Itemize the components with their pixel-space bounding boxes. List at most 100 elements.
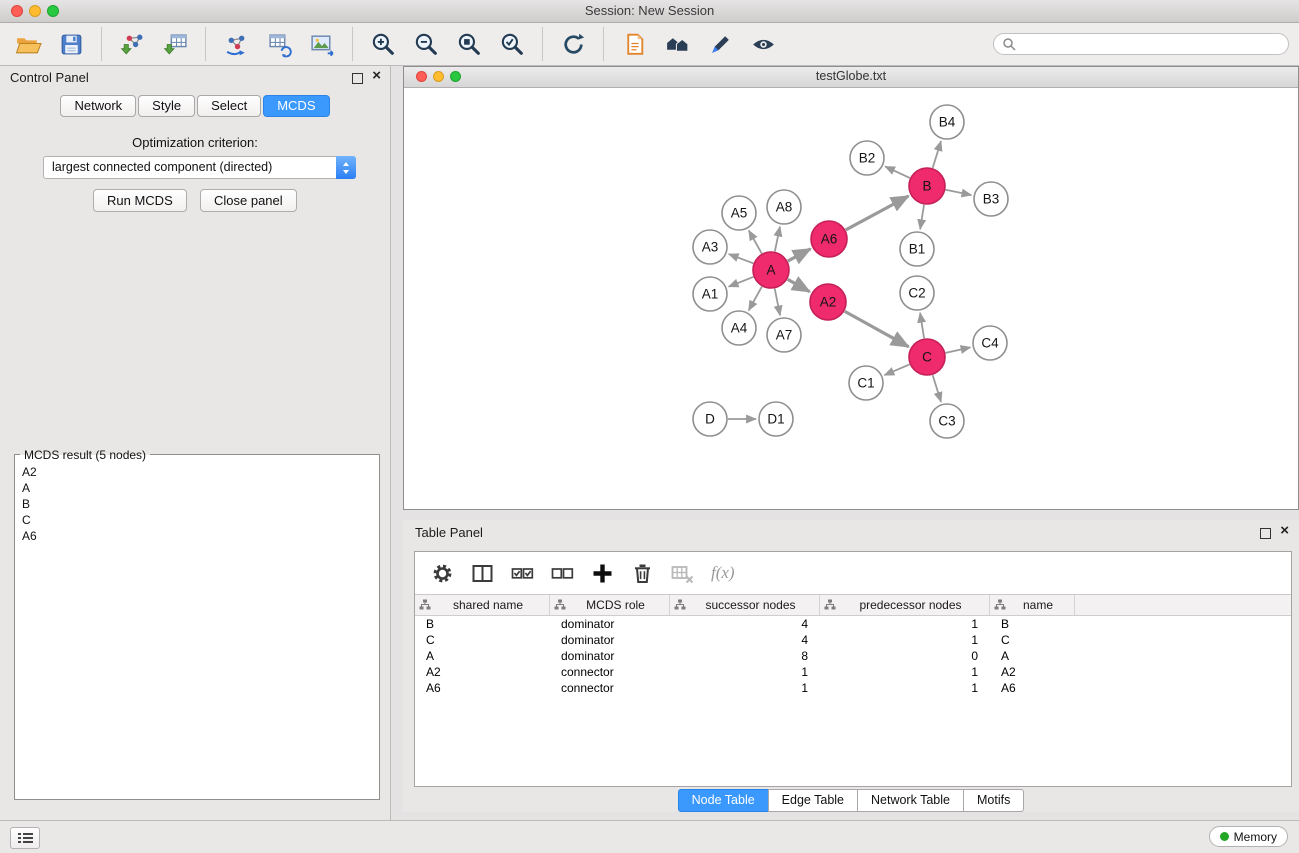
- network-node-label: C2: [908, 286, 925, 301]
- network-edge[interactable]: [788, 279, 810, 291]
- import-table-file-button[interactable]: [157, 26, 193, 62]
- dropdown-stepper-icon: [336, 156, 356, 179]
- network-edge[interactable]: [885, 166, 910, 178]
- delete-column-icon[interactable]: [631, 562, 654, 585]
- open-folder-icon: [15, 31, 42, 58]
- close-table-panel-button[interactable]: ×: [1280, 522, 1289, 540]
- table-row[interactable]: A6connector11A6: [415, 680, 1291, 696]
- add-column-icon[interactable]: [591, 562, 614, 585]
- apply-layout-button[interactable]: [555, 26, 591, 62]
- zoom-fit-button[interactable]: [451, 26, 487, 62]
- network-edge[interactable]: [788, 249, 811, 261]
- tab-network[interactable]: Network: [60, 95, 136, 117]
- search-input[interactable]: [1021, 36, 1280, 52]
- show-columns-icon[interactable]: [471, 562, 494, 585]
- task-history-button[interactable]: [10, 827, 40, 849]
- open-session-button[interactable]: [10, 26, 46, 62]
- import-network-database-button[interactable]: [218, 26, 254, 62]
- zoom-selected-button[interactable]: [494, 26, 530, 62]
- column-header[interactable]: name: [990, 595, 1075, 615]
- export-image-button[interactable]: [304, 26, 340, 62]
- close-panel-button[interactable]: ×: [372, 67, 381, 85]
- toolbar-separator: [101, 27, 102, 61]
- import-network-file-button[interactable]: [114, 26, 150, 62]
- column-header[interactable]: MCDS role: [550, 595, 670, 615]
- mcds-result-item: A2: [22, 464, 372, 480]
- network-edge[interactable]: [920, 313, 924, 338]
- import-table-database-button[interactable]: [261, 26, 297, 62]
- tab-node-table[interactable]: Node Table: [678, 789, 769, 812]
- search-box[interactable]: [993, 33, 1289, 55]
- table-database-icon: [266, 31, 293, 58]
- tab-mcds[interactable]: MCDS: [263, 95, 329, 117]
- minimize-window-button[interactable]: [29, 5, 41, 17]
- network-edge[interactable]: [920, 205, 924, 229]
- new-network-button[interactable]: [616, 26, 652, 62]
- column-header[interactable]: successor nodes: [670, 595, 820, 615]
- network-node-label: B1: [909, 242, 926, 257]
- run-mcds-button[interactable]: Run MCDS: [93, 189, 187, 212]
- network-edge[interactable]: [729, 277, 754, 287]
- network-edge[interactable]: [729, 254, 754, 263]
- table-cell: A: [990, 648, 1075, 664]
- close-mcds-panel-button[interactable]: Close panel: [200, 189, 297, 212]
- apply-style-button[interactable]: [702, 26, 738, 62]
- tab-style[interactable]: Style: [138, 95, 195, 117]
- table-cell: A6: [415, 680, 550, 696]
- unselect-all-icon[interactable]: [551, 562, 574, 585]
- network-edge[interactable]: [845, 311, 909, 347]
- network-close-button[interactable]: [416, 71, 427, 82]
- column-header[interactable]: predecessor nodes: [820, 595, 990, 615]
- network-node-label: A3: [702, 240, 719, 255]
- status-bar: Memory: [0, 820, 1299, 853]
- network-edge[interactable]: [884, 364, 909, 375]
- function-builder-button[interactable]: f(x): [711, 563, 735, 583]
- tab-edge-table[interactable]: Edge Table: [768, 789, 858, 812]
- main-toolbar: [0, 23, 1299, 66]
- zoom-out-button[interactable]: [408, 26, 444, 62]
- save-session-button[interactable]: [53, 26, 89, 62]
- network-edge[interactable]: [775, 289, 780, 316]
- network-edge[interactable]: [933, 375, 941, 402]
- table-row[interactable]: Bdominator41B: [415, 616, 1291, 632]
- maximize-window-button[interactable]: [47, 5, 59, 17]
- network-edge[interactable]: [946, 347, 971, 353]
- document-icon: [621, 31, 648, 58]
- network-edge[interactable]: [775, 227, 780, 252]
- network-maximize-button[interactable]: [450, 71, 461, 82]
- float-panel-button[interactable]: [352, 73, 363, 84]
- table-panel-title: Table Panel: [415, 525, 483, 540]
- gear-icon[interactable]: [431, 562, 454, 585]
- tab-motifs[interactable]: Motifs: [963, 789, 1024, 812]
- network-edge[interactable]: [946, 190, 972, 195]
- network-edge[interactable]: [749, 287, 762, 311]
- float-table-panel-button[interactable]: [1260, 528, 1271, 539]
- network-edge[interactable]: [749, 230, 762, 253]
- table-row[interactable]: Adominator80A: [415, 648, 1291, 664]
- tab-network-table[interactable]: Network Table: [857, 789, 964, 812]
- table-cell: A2: [415, 664, 550, 680]
- table-row[interactable]: A2connector11A2: [415, 664, 1291, 680]
- titlebar: Session: New Session: [0, 0, 1299, 23]
- memory-label: Memory: [1234, 830, 1277, 844]
- network-minimize-button[interactable]: [433, 71, 444, 82]
- delete-table-icon[interactable]: [671, 562, 694, 585]
- tab-select[interactable]: Select: [197, 95, 261, 117]
- show-hide-button[interactable]: [745, 26, 781, 62]
- brush-icon: [707, 31, 734, 58]
- criterion-dropdown[interactable]: largest connected component (directed): [43, 156, 356, 179]
- network-edge[interactable]: [933, 141, 941, 168]
- control-panel-tabs: NetworkStyleSelectMCDS: [0, 95, 390, 117]
- table-cell: 4: [670, 616, 820, 632]
- memory-button[interactable]: Memory: [1209, 826, 1288, 847]
- network-node-label: B3: [983, 192, 1000, 207]
- table-row[interactable]: Cdominator41C: [415, 632, 1291, 648]
- zoom-selected-icon: [499, 31, 526, 58]
- home-button[interactable]: [659, 26, 695, 62]
- network-edge[interactable]: [846, 196, 909, 230]
- close-window-button[interactable]: [11, 5, 23, 17]
- zoom-in-button[interactable]: [365, 26, 401, 62]
- select-all-icon[interactable]: [511, 562, 534, 585]
- column-header[interactable]: shared name: [415, 595, 550, 615]
- network-canvas[interactable]: B4B2BB3A8A5A6B1A3AC2A1A2A4A7C4CC1C3DD1: [404, 88, 1298, 510]
